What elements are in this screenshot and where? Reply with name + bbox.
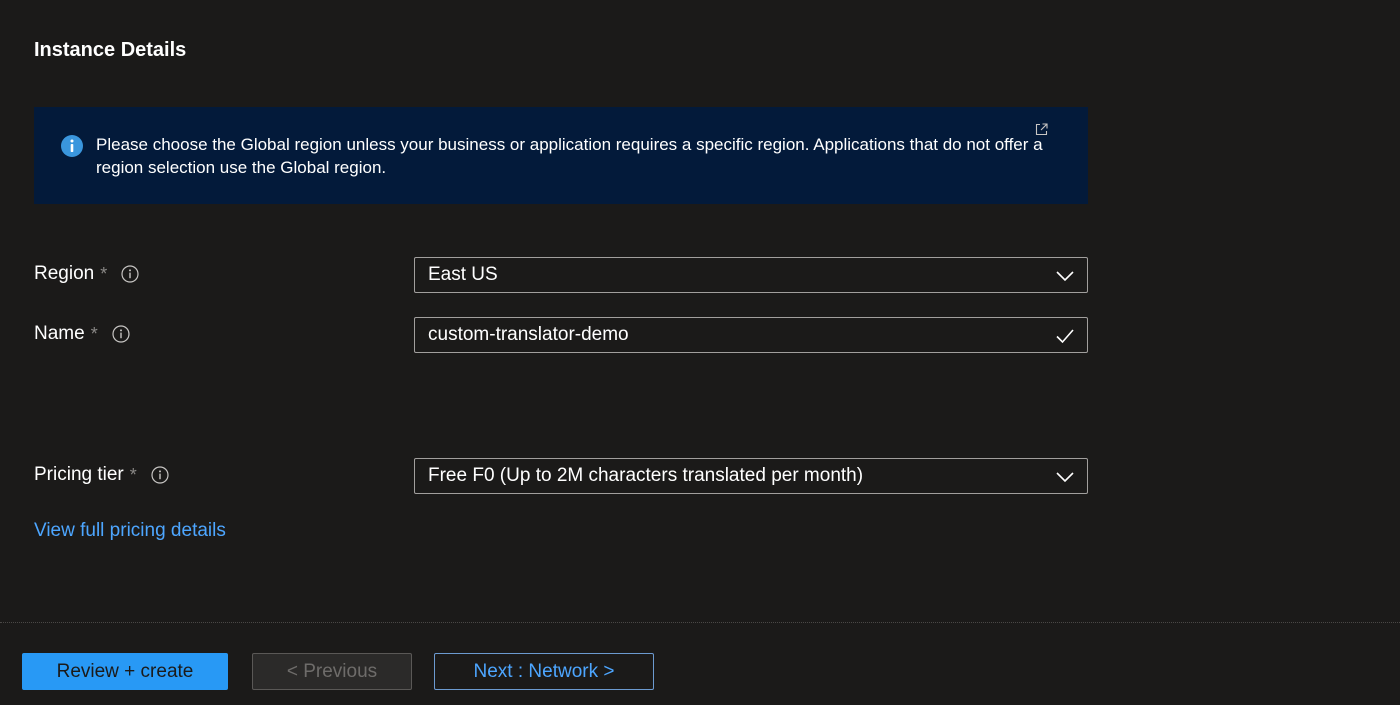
- name-input-value: custom-translator-demo: [428, 324, 629, 345]
- region-dropdown[interactable]: East US: [414, 257, 1088, 293]
- pricing-tier-label-row: Pricing tier *: [34, 464, 169, 486]
- checkmark-icon: [1056, 329, 1074, 344]
- page: Instance Details Please choose the Globa…: [0, 0, 1400, 705]
- region-help-icon[interactable]: [121, 265, 139, 283]
- pricing-tier-help-icon[interactable]: [151, 466, 169, 484]
- region-dropdown-value: East US: [428, 264, 498, 285]
- name-input[interactable]: custom-translator-demo: [414, 317, 1088, 353]
- external-link-icon[interactable]: [1035, 123, 1048, 136]
- pricing-tier-dropdown-value: Free F0 (Up to 2M characters translated …: [428, 465, 864, 486]
- next-network-button[interactable]: Next : Network >: [434, 653, 654, 690]
- pricing-tier-label: Pricing tier: [34, 464, 124, 485]
- footer-divider: [0, 622, 1400, 623]
- name-label-row: Name *: [34, 323, 130, 345]
- name-required-marker: *: [90, 323, 98, 344]
- info-banner: Please choose the Global region unless y…: [34, 107, 1088, 204]
- info-banner-text: Please choose the Global region unless y…: [96, 135, 1043, 177]
- region-label-row: Region *: [34, 263, 139, 285]
- section-title: Instance Details: [34, 39, 187, 61]
- name-help-icon[interactable]: [112, 325, 130, 343]
- region-label: Region: [34, 263, 95, 284]
- chevron-down-icon: [1056, 271, 1074, 282]
- name-label: Name: [34, 323, 85, 344]
- pricing-tier-required-marker: *: [129, 464, 137, 485]
- previous-button[interactable]: < Previous: [252, 653, 412, 690]
- info-icon: [61, 135, 83, 157]
- review-create-button[interactable]: Review + create: [22, 653, 228, 690]
- chevron-down-icon: [1056, 472, 1074, 483]
- region-required-marker: *: [100, 263, 108, 284]
- view-pricing-details-link[interactable]: View full pricing details: [34, 520, 226, 542]
- pricing-tier-dropdown[interactable]: Free F0 (Up to 2M characters translated …: [414, 458, 1088, 494]
